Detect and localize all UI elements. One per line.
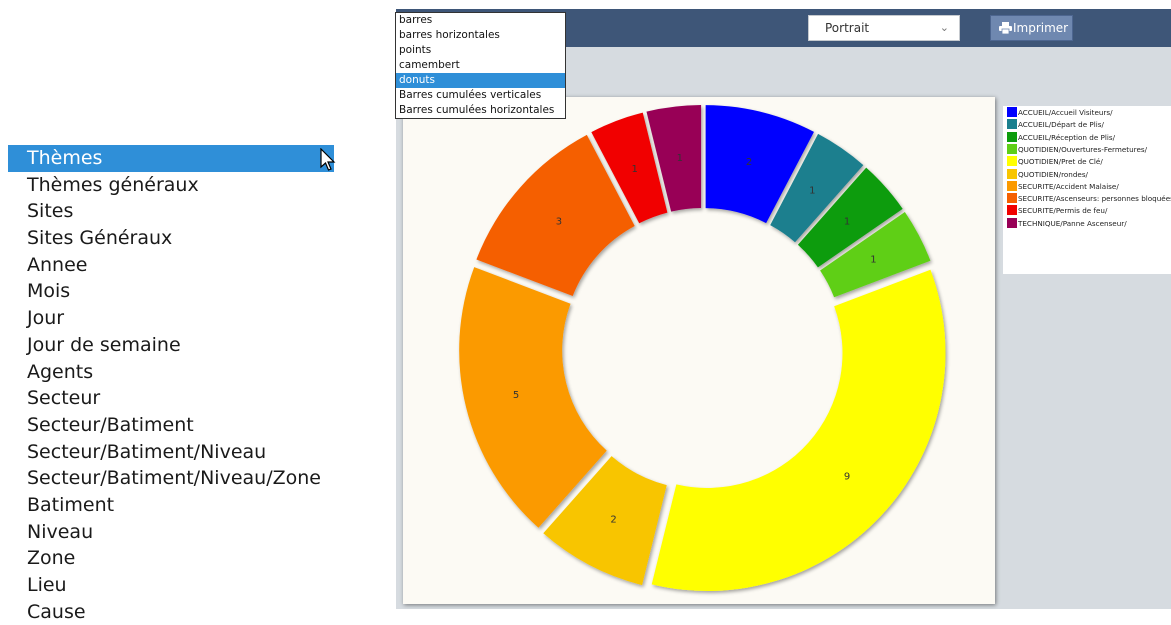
dropdown-option[interactable]: Barres cumulées horizontales xyxy=(396,103,565,118)
slice-value-label: 1 xyxy=(677,153,683,164)
legend-label: SECURITE/Accident Malaise/ xyxy=(1018,181,1119,191)
dropdown-option[interactable]: Barres cumulées verticales xyxy=(396,88,565,103)
slice-value-label: 5 xyxy=(513,390,519,401)
dropdown-option[interactable]: barres horizontales xyxy=(396,28,565,43)
legend-label: ACCUEIL/Accueil Visiteurs/ xyxy=(1018,108,1113,117)
list-item[interactable]: Thèmes généraux xyxy=(8,172,334,199)
list-item[interactable]: Thèmes xyxy=(8,145,334,172)
list-item[interactable]: Niveau xyxy=(8,519,334,546)
slice-value-label: 2 xyxy=(610,514,616,525)
slice-value-label: 1 xyxy=(632,164,638,175)
legend-label: QUOTIDIEN/Pret de Clé/ xyxy=(1018,157,1103,167)
legend-label: ACCUEIL/Réception de Plis/ xyxy=(1018,132,1116,142)
print-label: Imprimer xyxy=(1013,21,1069,35)
list-item[interactable]: Lieu xyxy=(8,572,334,599)
slice-value-label: 1 xyxy=(809,186,815,197)
legend-label: QUOTIDIEN/rondes/ xyxy=(1018,169,1088,179)
slice-value-label: 3 xyxy=(556,216,562,227)
list-item[interactable]: Agents xyxy=(8,359,334,386)
list-item[interactable]: Sites Généraux xyxy=(8,225,334,252)
list-item[interactable]: Jour de semaine xyxy=(8,332,334,359)
list-item[interactable]: Jour xyxy=(8,305,334,332)
list-item[interactable]: Secteur/Batiment/Niveau/Zone xyxy=(8,465,334,492)
list-item[interactable]: Mois xyxy=(8,278,334,305)
legend-label: SECURITE/Ascenseurs: personnes bloquées/ xyxy=(1018,194,1171,204)
donut-slice[interactable] xyxy=(651,269,946,591)
list-item[interactable]: Cause xyxy=(8,599,334,625)
legend-swatch xyxy=(1007,180,1017,191)
list-item[interactable]: Annee xyxy=(8,252,334,279)
list-item[interactable]: Zone xyxy=(8,545,334,572)
chart-type-dropdown[interactable]: barres barres horizontales points camembert… xyxy=(395,12,566,119)
orientation-value: Portrait xyxy=(825,21,870,35)
slice-value-label: 9 xyxy=(844,472,850,483)
slice-value-label: 2 xyxy=(746,157,752,168)
chevron-down-icon: ⌄ xyxy=(939,21,949,34)
legend-swatch xyxy=(1007,217,1017,228)
legend-swatch xyxy=(1007,156,1017,167)
dropdown-option[interactable]: points xyxy=(396,43,565,58)
legend-swatch xyxy=(1007,119,1017,130)
field-list: Thèmes Thèmes généraux Sites Sites Généraux… xyxy=(8,145,334,625)
dropdown-option[interactable]: donuts xyxy=(396,73,565,88)
dropdown-option[interactable]: barres xyxy=(396,13,565,28)
legend-swatch xyxy=(1007,168,1017,179)
list-item[interactable]: Secteur/Batiment xyxy=(8,412,334,439)
dropdown-option[interactable]: camembert xyxy=(396,58,565,73)
donut-chart: 2 1 1 1 9 2 5 3 1 1 xyxy=(459,105,946,591)
list-item[interactable]: Batiment xyxy=(8,492,334,519)
chart-area: 2 1 1 1 9 2 5 3 1 1 xyxy=(403,97,995,604)
slice-value-label: 1 xyxy=(844,216,850,227)
legend-swatch xyxy=(1007,107,1017,117)
legend-swatch xyxy=(1007,193,1017,204)
legend-swatch xyxy=(1007,131,1017,142)
mouse-pointer-icon xyxy=(320,148,336,171)
print-button[interactable]: Imprimer xyxy=(990,15,1073,41)
list-item[interactable]: Sites xyxy=(8,198,334,225)
legend-label: TECHNIQUE/Panne Ascenseur/ xyxy=(1018,218,1127,228)
list-item[interactable]: Secteur/Batiment/Niveau xyxy=(8,439,334,466)
list-item[interactable]: Secteur xyxy=(8,385,334,412)
orientation-select[interactable]: Portrait ⌄ xyxy=(808,15,960,41)
legend-swatch xyxy=(1007,205,1017,216)
slice-value-label: 1 xyxy=(870,255,876,266)
legend-label: ACCUEIL/Départ de Plis/ xyxy=(1018,120,1104,130)
chart-legend: ACCUEIL/Accueil Visiteurs/ACCUEIL/Départ… xyxy=(1003,106,1171,274)
legend-label: QUOTIDIEN/Ouvertures-Fermetures/ xyxy=(1018,144,1148,154)
legend-swatch xyxy=(1007,143,1017,154)
printer-icon xyxy=(999,22,1012,34)
legend-label: SECURITE/Permis de feu/ xyxy=(1018,206,1108,216)
